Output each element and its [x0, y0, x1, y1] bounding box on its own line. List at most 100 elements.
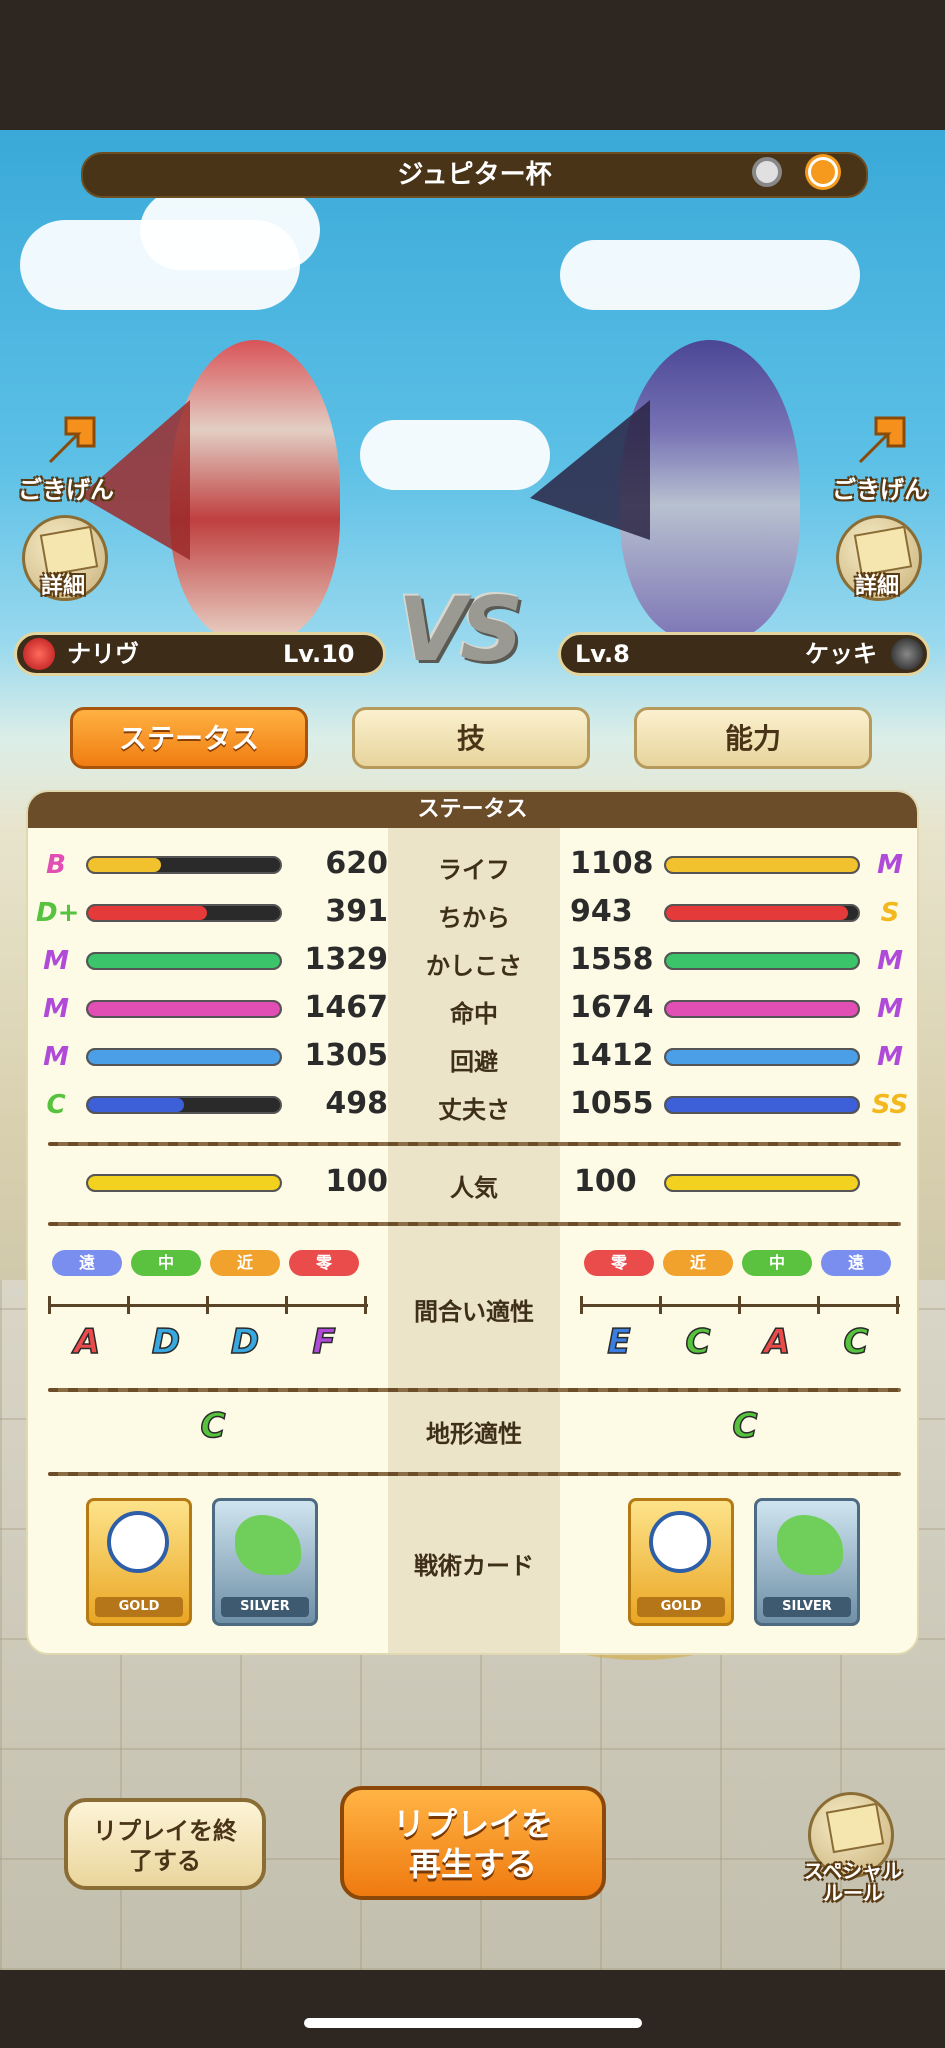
- right-stat-rank: M: [877, 850, 903, 880]
- left-popularity-value: 100: [325, 1164, 388, 1199]
- range-tick: [580, 1296, 583, 1314]
- stat-label: ライフ: [438, 856, 510, 884]
- left-detail-button[interactable]: 詳細: [22, 515, 108, 601]
- bar-fill: [88, 1002, 280, 1016]
- scroll-icon: [825, 1802, 885, 1854]
- right-detail-label: 詳細: [855, 574, 900, 599]
- left-name-bar: ナリヴ Lv.10: [14, 632, 386, 676]
- card-rank-label: SILVER: [763, 1597, 851, 1617]
- tab-skills[interactable]: 技: [352, 707, 590, 769]
- popularity-label: 人気: [450, 1174, 498, 1202]
- range-tick: [127, 1296, 130, 1314]
- left-popularity-bar: [86, 1174, 282, 1192]
- left-stat-value: 1305: [304, 1038, 389, 1073]
- left-stat-bar: [86, 856, 282, 874]
- bar-fill: [666, 1098, 858, 1112]
- fire-element-icon: [23, 638, 55, 670]
- right-range-grade: E: [607, 1321, 632, 1363]
- left-tactic-card-gold[interactable]: GOLD: [86, 1498, 192, 1626]
- right-stat-value: 1558: [570, 942, 654, 977]
- left-stat-bar: [86, 1000, 282, 1018]
- left-stat-bar: [86, 1096, 282, 1114]
- left-range-pill: 遠: [52, 1250, 122, 1276]
- dark-element-icon: [891, 638, 923, 670]
- bottom-safe-area: [0, 1970, 945, 2048]
- status-bar-area: [0, 0, 945, 130]
- right-stat-bar: [664, 1000, 860, 1018]
- end-replay-button[interactable]: リプレイを終了する: [64, 1798, 266, 1890]
- bar-fill: [666, 1050, 858, 1064]
- status-panel: ステータス B 620 ライフ 1108 M D+ 391 ちから 943 S M 1329 かしこさ 1…: [26, 790, 919, 1655]
- range-aptitude-label: 間合い適性: [414, 1298, 534, 1326]
- left-monster-name: ナリヴ: [67, 640, 139, 668]
- right-range-pill: 遠: [821, 1250, 891, 1276]
- divider: [48, 1142, 901, 1146]
- right-stat-rank: S: [880, 898, 900, 928]
- right-stat-rank: M: [877, 1042, 903, 1072]
- left-range-grade: D: [230, 1321, 260, 1363]
- stat-label: ちから: [438, 904, 510, 932]
- divider: [48, 1222, 901, 1226]
- left-detail-label: 詳細: [41, 574, 86, 599]
- sun-icon[interactable]: [808, 157, 838, 187]
- dinosaur-icon: [777, 1515, 843, 1575]
- right-tactic-card-silver[interactable]: SILVER: [754, 1498, 860, 1626]
- home-indicator[interactable]: [304, 2018, 642, 2028]
- end-replay-label: リプレイを終了する: [93, 1817, 237, 1875]
- cloud: [560, 240, 860, 310]
- left-stat-rank: D+: [36, 898, 80, 928]
- settings-circle-icon[interactable]: [752, 157, 782, 187]
- bar-fill: [88, 1050, 280, 1064]
- right-range-grade: C: [843, 1321, 869, 1363]
- left-range-pill: 中: [131, 1250, 201, 1276]
- left-terrain-grade: C: [200, 1405, 226, 1447]
- left-stat-value: 498: [325, 1086, 388, 1121]
- left-stat-value: 620: [325, 846, 388, 881]
- cloud: [140, 190, 320, 270]
- right-monster-name: ケッキ: [805, 640, 877, 668]
- range-tick: [364, 1296, 367, 1314]
- left-monster-level: Lv.10: [283, 640, 355, 668]
- right-mood-label: ごきげん: [832, 476, 928, 504]
- left-stat-rank: C: [46, 1090, 66, 1120]
- right-stat-rank: SS: [871, 1090, 909, 1120]
- right-stat-bar: [664, 952, 860, 970]
- divider: [48, 1388, 901, 1392]
- stat-label: かしこさ: [426, 952, 522, 980]
- left-range-grade: D: [151, 1321, 181, 1363]
- left-range-pill: 零: [289, 1250, 359, 1276]
- right-stat-value: 1412: [570, 1038, 654, 1073]
- left-tactic-card-silver[interactable]: SILVER: [212, 1498, 318, 1626]
- right-terrain-grade: C: [732, 1405, 758, 1447]
- left-range-grade: F: [312, 1321, 337, 1363]
- right-stat-bar: [664, 1096, 860, 1114]
- terrain-aptitude-label: 地形適性: [426, 1420, 522, 1448]
- range-tick: [206, 1296, 209, 1314]
- left-stat-rank: M: [43, 946, 69, 976]
- tab-status[interactable]: ステータス: [70, 707, 308, 769]
- left-stat-bar: [86, 1048, 282, 1066]
- vs-emblem: VS: [398, 578, 524, 681]
- right-detail-button[interactable]: 詳細: [836, 515, 922, 601]
- bar-fill: [88, 906, 208, 920]
- right-mood-arrow-icon: [850, 410, 912, 476]
- bar-fill: [666, 906, 849, 920]
- clock-icon: [649, 1511, 711, 1573]
- right-stat-bar: [664, 856, 860, 874]
- tab-abilities[interactable]: 能力: [634, 707, 872, 769]
- clock-icon: [107, 1511, 169, 1573]
- left-mood-arrow-icon: [40, 410, 102, 476]
- range-tick: [817, 1296, 820, 1314]
- range-tick: [48, 1296, 51, 1314]
- card-rank-label: GOLD: [95, 1597, 183, 1617]
- cloud: [360, 420, 550, 490]
- right-range-pill: 中: [742, 1250, 812, 1276]
- play-replay-button[interactable]: リプレイを再生する: [340, 1786, 606, 1900]
- right-monster-level: Lv.8: [575, 640, 630, 668]
- right-range-grade: A: [763, 1321, 791, 1363]
- right-stat-bar: [664, 904, 860, 922]
- bar-fill: [88, 1098, 184, 1112]
- left-stat-rank: M: [43, 1042, 69, 1072]
- right-tactic-card-gold[interactable]: GOLD: [628, 1498, 734, 1626]
- range-tick: [896, 1296, 899, 1314]
